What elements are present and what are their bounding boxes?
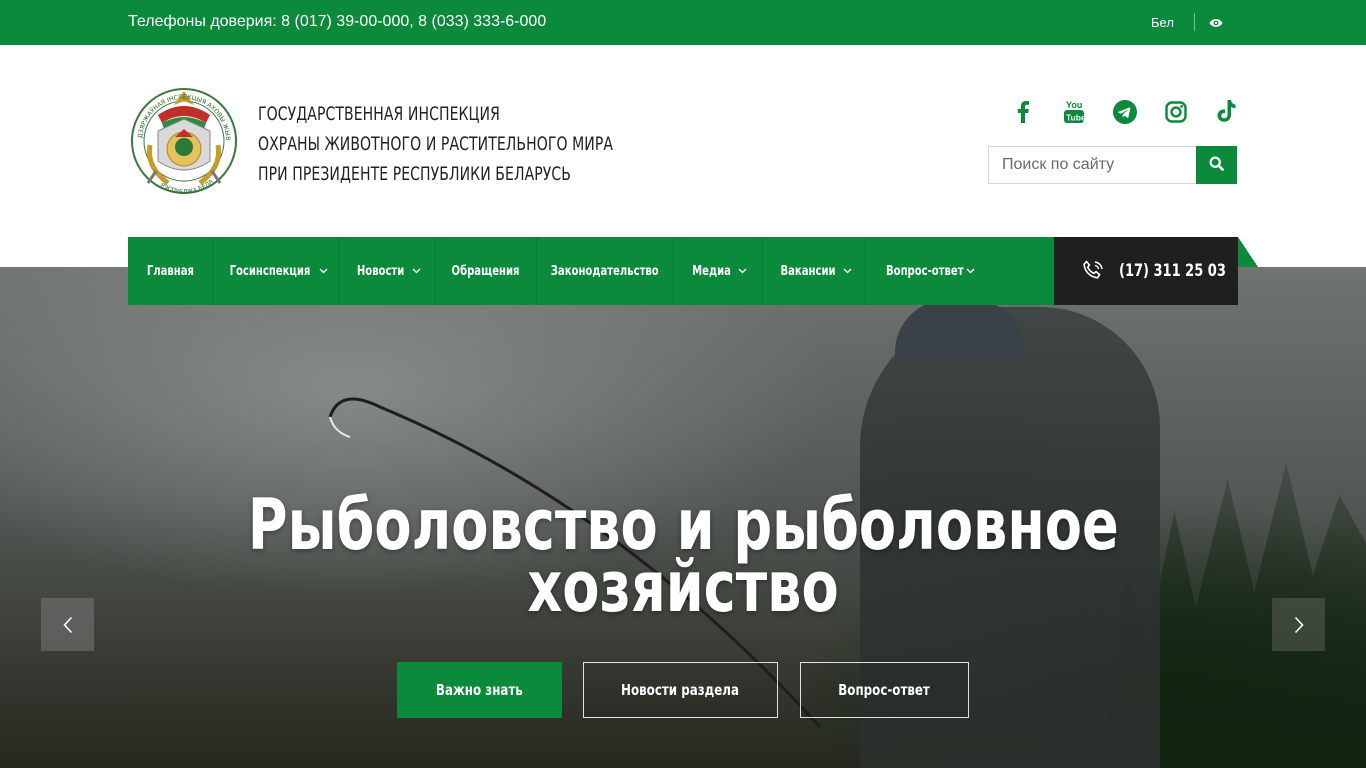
svg-text:You: You [1066, 100, 1082, 110]
trust-phones-text: Телефоны доверия: 8 (017) 39-00-000, 8 (… [128, 13, 547, 30]
hero-title-line: хозяйство [527, 546, 839, 628]
chevron-down-icon [319, 268, 328, 274]
nav-item-label: Вакансии [780, 263, 836, 279]
chevron-right-icon [1294, 616, 1304, 633]
nav-item-appeals[interactable]: Обращения [436, 237, 537, 305]
nav-item-label: Законодательство [551, 263, 659, 279]
youtube-icon[interactable]: You Tube [1048, 99, 1099, 125]
nav-item-label: Вопрос-ответ [886, 263, 964, 279]
button-label: Новости раздела [621, 681, 740, 699]
facebook-icon[interactable] [997, 99, 1048, 125]
nav-item-vacancies[interactable]: Вакансии [763, 237, 866, 305]
button-label: Вопрос-ответ [838, 681, 931, 699]
important-info-button[interactable]: Важно знать [397, 662, 562, 718]
eye-icon[interactable] [1209, 16, 1223, 28]
nav-item-label: Обращения [452, 263, 520, 279]
site-header: ДЗЯРЖАЎНАЯ ІНСПЕКЦЫЯ АХОВЫ ЖЫВЁЛЬНАГА РЭ… [0, 45, 1366, 267]
emblem-logo[interactable]: ДЗЯРЖАЎНАЯ ІНСПЕКЦЫЯ АХОВЫ ЖЫВЁЛЬНАГА РЭ… [126, 68, 240, 207]
chevron-down-icon [966, 268, 975, 274]
nav-item-label: Новости [357, 263, 405, 279]
site-search [988, 146, 1237, 184]
telegram-icon[interactable] [1099, 99, 1150, 125]
nav-item-legislation[interactable]: Законодательство [537, 237, 674, 305]
nav-item-inspection[interactable]: Госинспекция [213, 237, 339, 305]
organization-title: ГОСУДАРСТВЕННАЯ ИНСПЕКЦИЯ ОХРАНЫ ЖИВОТНО… [258, 99, 613, 189]
chevron-down-icon [843, 268, 852, 274]
org-title-line: ОХРАНЫ ЖИВОТНОГО И РАСТИТЕЛЬНОГО МИРА [258, 133, 614, 155]
nav-item-news[interactable]: Новости [339, 237, 436, 305]
button-label: Важно знать [436, 681, 523, 699]
search-button[interactable] [1196, 146, 1237, 184]
nav-item-home[interactable]: Главная [128, 237, 213, 305]
nav-item-media[interactable]: Медиа [674, 237, 763, 305]
faq-button[interactable]: Вопрос-ответ [800, 662, 969, 718]
main-navigation: Главная Госинспекция Новости Обращения З… [128, 237, 1054, 305]
org-title-line: ПРИ ПРЕЗИДЕНТЕ РЕСПУБЛИКИ БЕЛАРУСЬ [258, 163, 571, 185]
phone-icon [1082, 260, 1104, 287]
slider-prev-button[interactable] [41, 598, 94, 651]
hero-title: Рыболовство и рыболовное хозяйство [0, 490, 1366, 628]
nav-item-faq[interactable]: Вопрос-ответ [866, 237, 1054, 305]
instagram-icon[interactable] [1150, 99, 1201, 125]
chevron-down-icon [412, 268, 421, 274]
nav-item-label: Госинспекция [229, 263, 310, 279]
nav-item-label: Медиа [692, 263, 732, 279]
top-bar: Телефоны доверия: 8 (017) 39-00-000, 8 (… [0, 0, 1366, 45]
org-title-line: ГОСУДАРСТВЕННАЯ ИНСПЕКЦИЯ [258, 103, 500, 125]
svg-text:Tube: Tube [1066, 113, 1085, 123]
search-icon [1209, 156, 1224, 174]
hotline-number: (17) 311 25 03 [1119, 261, 1226, 281]
hotline-phone[interactable]: (17) 311 25 03 [1054, 237, 1238, 305]
nav-item-label: Главная [146, 263, 194, 279]
language-switch-link[interactable]: Бел [1151, 15, 1174, 30]
chevron-left-icon [62, 616, 72, 633]
nav-corner-decoration [1238, 237, 1258, 267]
search-input[interactable] [988, 146, 1196, 184]
section-news-button[interactable]: Новости раздела [583, 662, 778, 718]
divider [1194, 13, 1195, 31]
slider-next-button[interactable] [1272, 598, 1325, 651]
tiktok-icon[interactable] [1201, 99, 1252, 125]
social-links: You Tube [997, 99, 1252, 125]
chevron-down-icon [738, 268, 747, 274]
